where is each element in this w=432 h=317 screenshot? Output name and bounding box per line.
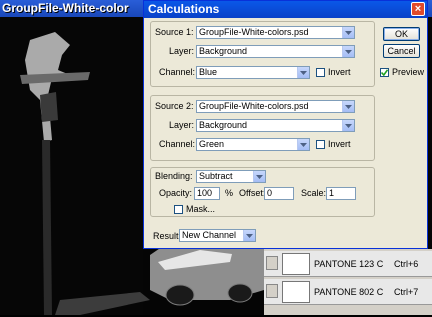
source1-group: Source 1: GroupFile-White-colors.psd Lay… bbox=[150, 21, 375, 87]
close-button[interactable]: × bbox=[411, 2, 425, 16]
channel-thumbnail bbox=[282, 253, 310, 275]
mask-label: Mask... bbox=[186, 204, 216, 214]
source2-channel-label: Channel: bbox=[159, 139, 196, 149]
chevron-down-icon bbox=[342, 27, 354, 38]
blending-mode-select[interactable]: Subtract bbox=[196, 170, 266, 183]
offset-label: Offset: bbox=[239, 188, 266, 198]
preview-checkbox[interactable] bbox=[380, 68, 389, 77]
document-title: GroupFile-White-color bbox=[2, 1, 129, 15]
channel-row-pantone-123[interactable]: PANTONE 123 C Ctrl+6 bbox=[264, 251, 432, 277]
chevron-down-icon bbox=[253, 171, 265, 182]
opacity-unit: % bbox=[225, 188, 234, 198]
source2-layer-label: Layer: bbox=[169, 120, 195, 130]
source1-channel-select[interactable]: Blue bbox=[196, 66, 310, 79]
chevron-down-icon bbox=[297, 139, 309, 150]
calculations-dialog: Calculations × Source 1: GroupFile-White… bbox=[143, 0, 428, 249]
dialog-title-bar: Calculations × bbox=[144, 1, 427, 18]
channels-panel: PANTONE 123 C Ctrl+6 PANTONE 802 C Ctrl+… bbox=[264, 249, 432, 315]
chevron-down-icon bbox=[342, 120, 354, 131]
channel-name: PANTONE 123 C bbox=[314, 259, 384, 269]
cancel-button[interactable]: Cancel bbox=[383, 44, 420, 58]
opacity-label: Opacity: bbox=[159, 188, 193, 198]
source2-file-select[interactable]: GroupFile-White-colors.psd bbox=[196, 100, 355, 113]
source2-group: Source 2: GroupFile-White-colors.psd Lay… bbox=[150, 95, 375, 161]
source2-invert-label: Invert bbox=[328, 139, 351, 149]
ok-button[interactable]: OK bbox=[383, 27, 420, 41]
source2-legend: Source 2: bbox=[155, 101, 194, 111]
result-label: Result: bbox=[153, 231, 182, 241]
opacity-input[interactable]: 100 bbox=[194, 187, 220, 200]
channel-shortcut: Ctrl+6 bbox=[394, 259, 419, 269]
scale-input[interactable]: 1 bbox=[326, 187, 356, 200]
checkmark-icon bbox=[381, 69, 388, 76]
source1-file-select[interactable]: GroupFile-White-colors.psd bbox=[196, 26, 355, 39]
visibility-toggle[interactable] bbox=[266, 284, 278, 298]
offset-input[interactable]: 0 bbox=[264, 187, 294, 200]
blending-group: Blending: Subtract Opacity: 100 % Offset… bbox=[150, 167, 375, 217]
scale-label: Scale: bbox=[301, 188, 327, 198]
channel-shortcut: Ctrl+7 bbox=[394, 287, 419, 297]
blending-label: Blending: bbox=[155, 171, 193, 181]
channel-name: PANTONE 802 C bbox=[314, 287, 384, 297]
source1-invert-checkbox[interactable] bbox=[316, 68, 325, 77]
dialog-title: Calculations bbox=[148, 2, 220, 16]
channel-thumbnail bbox=[282, 281, 310, 303]
source1-layer-label: Layer: bbox=[169, 46, 195, 56]
source2-invert-checkbox[interactable] bbox=[316, 140, 325, 149]
chevron-down-icon bbox=[342, 46, 354, 57]
visibility-toggle[interactable] bbox=[266, 256, 278, 270]
result-select[interactable]: New Channel bbox=[179, 229, 256, 242]
chevron-down-icon bbox=[297, 67, 309, 78]
source2-channel-select[interactable]: Green bbox=[196, 138, 310, 151]
preview-label: Preview bbox=[392, 67, 425, 77]
source2-layer-select[interactable]: Background bbox=[196, 119, 355, 132]
chevron-down-icon bbox=[243, 230, 255, 241]
source1-legend: Source 1: bbox=[155, 27, 194, 37]
mask-checkbox[interactable] bbox=[174, 205, 183, 214]
source1-channel-label: Channel: bbox=[159, 67, 196, 77]
source1-invert-label: Invert bbox=[328, 67, 351, 77]
channel-row-pantone-802[interactable]: PANTONE 802 C Ctrl+7 bbox=[264, 279, 432, 305]
chevron-down-icon bbox=[342, 101, 354, 112]
source1-layer-select[interactable]: Background bbox=[196, 45, 355, 58]
